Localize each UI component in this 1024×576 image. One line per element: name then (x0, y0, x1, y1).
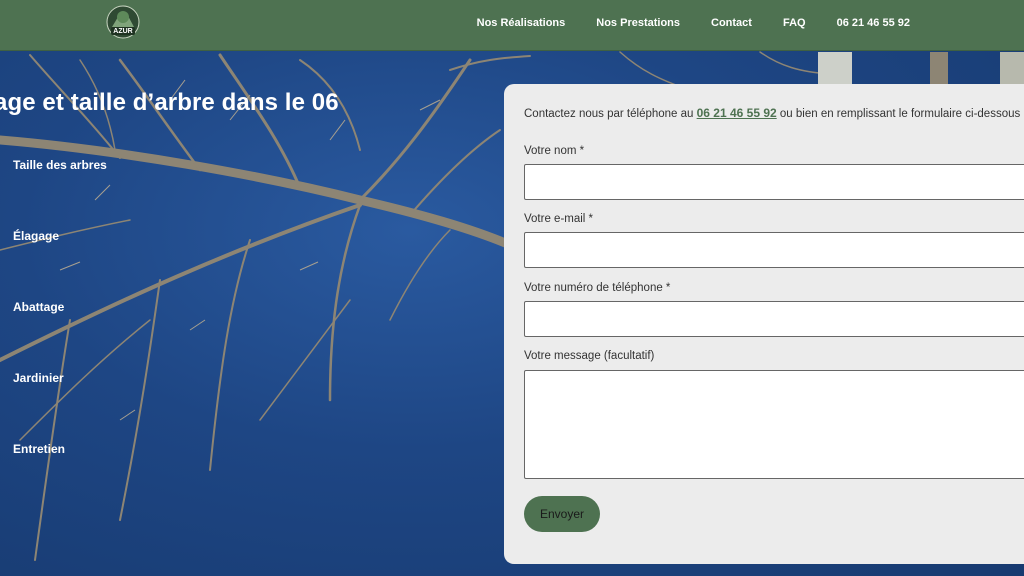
service-item-jardinier[interactable]: Jardinier (13, 371, 107, 442)
submit-button[interactable]: Envoyer (524, 496, 600, 532)
contact-form-panel: Contactez nous par téléphone au 06 21 46… (504, 84, 1024, 564)
nav-prestations[interactable]: Nos Prestations (596, 17, 680, 29)
message-label: Votre message (facultatif) (524, 350, 655, 362)
nav-phone[interactable]: 06 21 46 55 92 (837, 17, 910, 29)
main-nav: Nos Réalisations Nos Prestations Contact… (446, 0, 910, 46)
service-list: Taille des arbres Élagage Abattage Jardi… (13, 158, 107, 513)
service-item-taille[interactable]: Taille des arbres (13, 158, 107, 229)
message-field[interactable] (524, 370, 1024, 479)
service-item-abattage[interactable]: Abattage (13, 300, 107, 371)
name-label: Votre nom * (524, 145, 585, 157)
service-item-elagage[interactable]: Élagage (13, 229, 107, 300)
nav-contact[interactable]: Contact (711, 17, 752, 29)
service-item-entretien[interactable]: Entretien (13, 442, 107, 513)
email-label: Votre e-mail * (524, 213, 594, 225)
phone-field[interactable] (524, 301, 1024, 337)
nav-faq[interactable]: FAQ (783, 17, 806, 29)
site-header: AZUR Nos Réalisations Nos Prestations Co… (0, 0, 1024, 51)
tree-logo-icon (106, 5, 140, 39)
intro-text-before: Contactez nous par téléphone au (524, 108, 697, 120)
logo-text: AZUR (113, 28, 133, 35)
contact-intro: Contactez nous par téléphone au 06 21 46… (524, 106, 1020, 120)
name-field[interactable] (524, 164, 1024, 200)
hero-title: age et taille d’arbre dans le 06 (0, 89, 339, 116)
intro-phone-link[interactable]: 06 21 46 55 92 (697, 106, 777, 120)
phone-label: Votre numéro de téléphone * (524, 282, 671, 294)
email-field[interactable] (524, 232, 1024, 268)
azur-logo[interactable]: AZUR (106, 5, 140, 43)
intro-text-after: ou bien en remplissant le formulaire ci-… (776, 108, 1021, 120)
nav-realisations[interactable]: Nos Réalisations (477, 17, 566, 29)
